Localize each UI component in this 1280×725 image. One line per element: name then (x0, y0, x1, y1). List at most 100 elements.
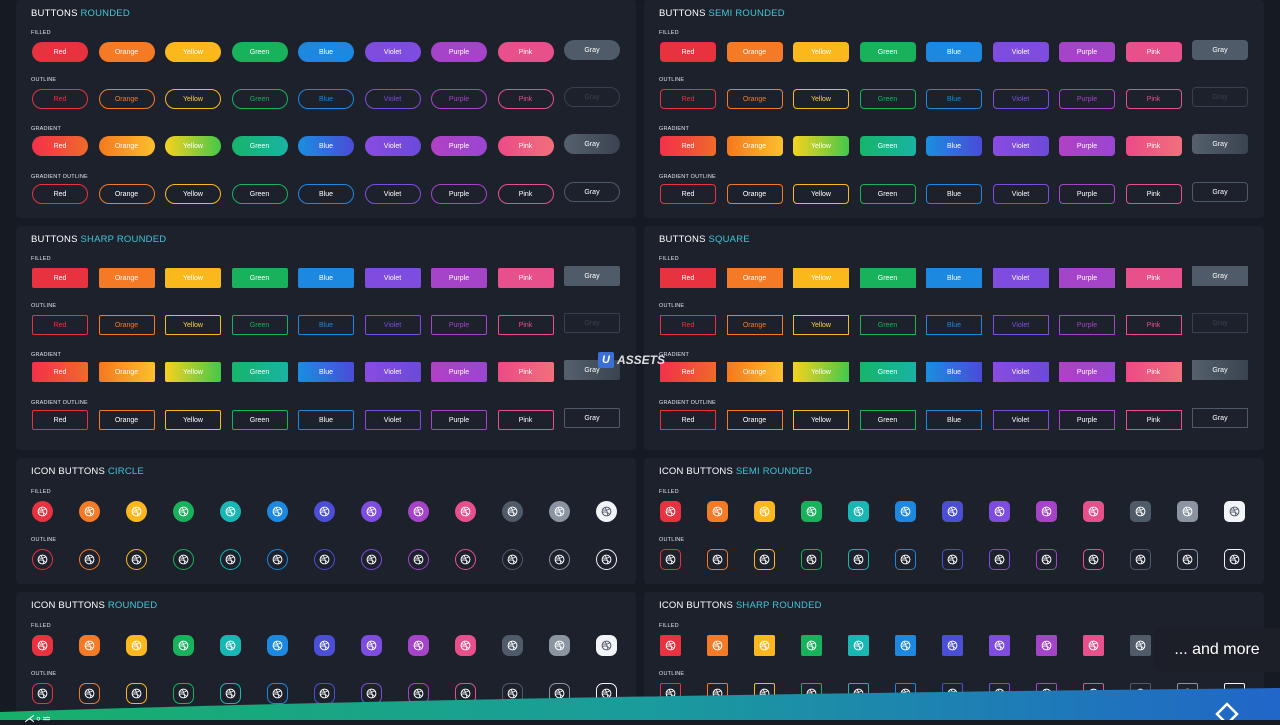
icon-button-outline-9[interactable] (408, 549, 429, 570)
icon-button-filled-1[interactable] (32, 635, 53, 656)
pink-filled-button[interactable]: Pink (1125, 268, 1182, 288)
green-gradient-button[interactable]: Green (859, 362, 916, 382)
yellow-gout-button[interactable]: Yellow (165, 410, 221, 430)
purple-gout-button[interactable]: Purple (431, 184, 487, 204)
pink-outline-button[interactable]: Pink (1125, 89, 1182, 109)
icon-button-filled-10[interactable] (1083, 635, 1104, 656)
orange-filled-button[interactable]: Orange (726, 268, 783, 288)
icon-button-filled-6[interactable] (895, 501, 916, 522)
orange-outline-button[interactable]: Orange (726, 89, 783, 109)
icon-button-filled-1[interactable] (660, 501, 681, 522)
icon-button-filled-13[interactable] (596, 635, 617, 656)
red-filled-button[interactable]: Red (660, 268, 716, 288)
icon-button-outline-12[interactable] (549, 549, 570, 570)
icon-button-outline-8[interactable] (361, 549, 382, 570)
icon-button-filled-2[interactable] (79, 501, 100, 522)
green-gout-button[interactable]: Green (231, 410, 288, 430)
icon-button-filled-11[interactable] (1130, 501, 1151, 522)
violet-filled-button[interactable]: Violet (992, 268, 1049, 288)
icon-button-filled-2[interactable] (79, 635, 100, 656)
green-filled-button[interactable]: Green (231, 42, 288, 62)
icon-button-outline-3[interactable] (126, 549, 147, 570)
icon-button-filled-7[interactable] (942, 501, 963, 522)
violet-gradient-button[interactable]: Violet (992, 362, 1049, 382)
icon-button-outline-1[interactable] (660, 549, 681, 570)
yellow-gradient-button[interactable]: Yellow (165, 136, 221, 156)
red-outline-button[interactable]: Red (660, 315, 716, 335)
icon-button-filled-4[interactable] (173, 635, 194, 656)
red-gout-button[interactable]: Red (32, 410, 88, 430)
purple-outline-button[interactable]: Purple (431, 89, 487, 109)
icon-button-outline-4[interactable] (801, 549, 822, 570)
icon-button-filled-8[interactable] (361, 501, 382, 522)
green-gout-button[interactable]: Green (859, 410, 916, 430)
icon-button-outline-5[interactable] (848, 549, 869, 570)
icon-button-filled-12[interactable] (549, 635, 570, 656)
icon-button-outline-10[interactable] (1083, 549, 1104, 570)
orange-gradient-button[interactable]: Orange (98, 362, 155, 382)
pink-gout-button[interactable]: Pink (497, 184, 554, 204)
green-gout-button[interactable]: Green (859, 184, 916, 204)
icon-button-filled-10[interactable] (455, 635, 476, 656)
violet-outline-button[interactable]: Violet (364, 89, 421, 109)
violet-outline-button[interactable]: Violet (364, 315, 421, 335)
orange-gradient-button[interactable]: Orange (726, 136, 783, 156)
orange-outline-button[interactable]: Orange (98, 315, 155, 335)
red-gradient-button[interactable]: Red (660, 362, 716, 382)
yellow-gradient-button[interactable]: Yellow (793, 362, 849, 382)
icon-button-filled-9[interactable] (408, 501, 429, 522)
gray-outline-button[interactable]: Gray (1192, 313, 1248, 333)
icon-button-filled-13[interactable] (596, 501, 617, 522)
icon-button-filled-5[interactable] (848, 501, 869, 522)
blue-outline-button[interactable]: Blue (926, 315, 982, 335)
gray-gout-button[interactable]: Gray (1192, 408, 1248, 428)
red-filled-button[interactable]: Red (660, 42, 716, 62)
icon-button-outline-3[interactable] (754, 549, 775, 570)
yellow-gradient-button[interactable]: Yellow (165, 362, 221, 382)
purple-filled-button[interactable]: Purple (1059, 268, 1115, 288)
red-gout-button[interactable]: Red (660, 410, 716, 430)
gray-outline-button[interactable]: Gray (564, 313, 620, 333)
pink-outline-button[interactable]: Pink (497, 315, 554, 335)
green-gradient-button[interactable]: Green (859, 136, 916, 156)
purple-gout-button[interactable]: Purple (431, 410, 487, 430)
icon-button-filled-5[interactable] (848, 635, 869, 656)
gray-gout-button[interactable]: Gray (564, 408, 620, 428)
icon-button-outline-6[interactable] (267, 549, 288, 570)
gray-gradient-button[interactable]: Gray (564, 134, 620, 154)
icon-button-filled-7[interactable] (314, 501, 335, 522)
gray-gradient-button[interactable]: Gray (1192, 360, 1248, 380)
yellow-outline-button[interactable]: Yellow (793, 89, 849, 109)
icon-button-outline-9[interactable] (1036, 549, 1057, 570)
blue-outline-button[interactable]: Blue (298, 89, 354, 109)
icon-button-filled-1[interactable] (32, 501, 53, 522)
yellow-filled-button[interactable]: Yellow (793, 42, 849, 62)
yellow-outline-button[interactable]: Yellow (165, 89, 221, 109)
icon-button-filled-3[interactable] (126, 501, 147, 522)
gray-filled-button[interactable]: Gray (1192, 266, 1248, 286)
red-filled-button[interactable]: Red (32, 42, 88, 62)
yellow-filled-button[interactable]: Yellow (165, 42, 221, 62)
pink-gradient-button[interactable]: Pink (1125, 136, 1182, 156)
green-filled-button[interactable]: Green (231, 268, 288, 288)
pink-gradient-button[interactable]: Pink (1125, 362, 1182, 382)
orange-gradient-button[interactable]: Orange (98, 136, 155, 156)
blue-gradient-button[interactable]: Blue (298, 362, 354, 382)
pink-filled-button[interactable]: Pink (1125, 42, 1182, 62)
purple-filled-button[interactable]: Purple (431, 268, 487, 288)
purple-filled-button[interactable]: Purple (1059, 42, 1115, 62)
purple-gradient-button[interactable]: Purple (1059, 136, 1115, 156)
blue-gout-button[interactable]: Blue (298, 184, 354, 204)
red-outline-button[interactable]: Red (32, 315, 88, 335)
orange-gout-button[interactable]: Orange (98, 410, 155, 430)
icon-button-filled-4[interactable] (801, 501, 822, 522)
blue-filled-button[interactable]: Blue (926, 268, 982, 288)
green-outline-button[interactable]: Green (859, 315, 916, 335)
purple-gradient-button[interactable]: Purple (431, 362, 487, 382)
gray-gout-button[interactable]: Gray (1192, 182, 1248, 202)
violet-gradient-button[interactable]: Violet (992, 136, 1049, 156)
blue-filled-button[interactable]: Blue (298, 268, 354, 288)
gray-gradient-button[interactable]: Gray (1192, 134, 1248, 154)
gray-filled-button[interactable]: Gray (564, 40, 620, 60)
icon-button-filled-4[interactable] (801, 635, 822, 656)
